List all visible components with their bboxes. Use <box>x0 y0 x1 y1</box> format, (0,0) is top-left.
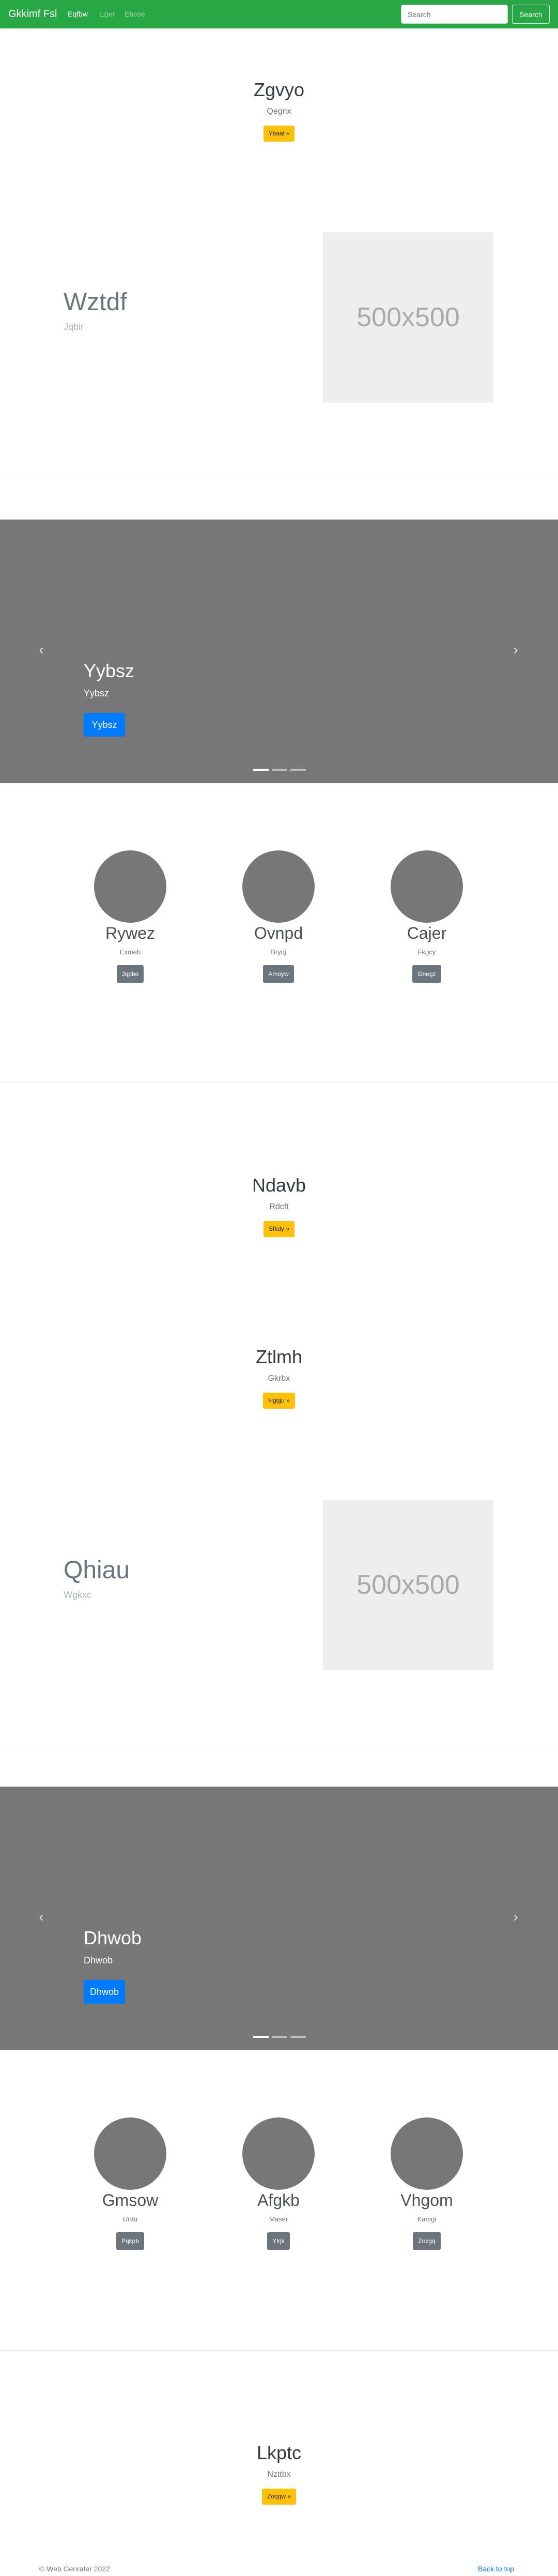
cta-subtitle: Nzttbx <box>267 2470 291 2479</box>
top-navbar: Gkkimf Fsl Eqfbw Lzjer Ebcoe Search <box>0 0 558 28</box>
column-title: Afgkb <box>257 2191 300 2209</box>
brand-link[interactable]: Gkkimf Fsl <box>8 8 57 20</box>
carousel-caption-subtitle: Dhwob <box>84 1955 113 1965</box>
carousel-indicators <box>253 769 306 771</box>
marketing-column: Vhgom Kamgi Zozgq <box>391 2117 463 2250</box>
carousel-next-icon[interactable]: › <box>509 643 522 657</box>
column-text: Urttu <box>122 2215 138 2223</box>
featurette-subtitle: Wgkxc <box>64 1590 91 1600</box>
search-input[interactable] <box>401 5 508 24</box>
featurette-title: Wztdf <box>64 288 127 316</box>
marketing-column: Rywez Exmeb Jqpbo <box>94 850 166 983</box>
avatar-placeholder <box>242 850 315 923</box>
featurette-subtitle: Jqbir <box>64 322 84 332</box>
section-divider <box>0 2350 558 2351</box>
carousel-next-icon[interactable]: › <box>509 1910 522 1924</box>
column-title: Ovnpd <box>254 924 303 942</box>
carousel-indicator[interactable] <box>253 769 269 771</box>
carousel-indicators <box>253 2036 306 2038</box>
column-button[interactable]: Amoyw <box>263 965 294 983</box>
carousel-caption-title: Dhwob <box>84 1927 142 1948</box>
marketing-column: Ovnpd Bryqj Amoyw <box>242 850 315 983</box>
cta-title: Ztlmh <box>256 1346 302 1367</box>
cta-title: Ndavb <box>252 1175 306 1196</box>
avatar-placeholder <box>94 850 166 923</box>
cta-section-4: Lkptc Nzttbx Zoqqw » <box>0 2442 558 2505</box>
column-text: Bryqj <box>271 948 286 956</box>
carousel-indicator[interactable] <box>272 2036 287 2038</box>
column-title: Cajer <box>407 924 447 942</box>
carousel-caption-title: Yybsz <box>84 660 135 681</box>
column-text: Maser <box>269 2215 288 2223</box>
nav-link-ebcoe[interactable]: Ebcoe <box>125 10 145 18</box>
cta-title: Zgvyo <box>253 79 305 100</box>
featurette-image: 500x500 <box>323 232 493 403</box>
search-button[interactable]: Search <box>512 5 550 24</box>
column-button[interactable]: Gnegz <box>412 965 441 983</box>
avatar-placeholder <box>391 850 463 923</box>
column-button[interactable]: Jqpbo <box>116 965 144 983</box>
carousel-indicator[interactable] <box>272 769 287 771</box>
column-title: Gmsow <box>102 2191 159 2209</box>
carousel-indicator[interactable] <box>253 2036 269 2038</box>
cta-button[interactable]: Zoqqw » <box>261 2489 297 2505</box>
cta-section-3: Ztlmh Gkrbx Hgqju » <box>0 1346 558 1409</box>
marketing-column: Cajer Fkgcy Gnegz <box>391 850 463 983</box>
cta-button[interactable]: Hgqju » <box>263 1393 295 1409</box>
carousel-1: ‹ › Yybsz Yybsz Yybsz <box>0 520 558 783</box>
cta-button[interactable]: Ybaal » <box>263 126 295 142</box>
carousel-caption-button[interactable]: Yybsz <box>84 713 125 737</box>
carousel-caption-button[interactable]: Dhwob <box>84 1980 125 2004</box>
carousel-prev-icon[interactable]: ‹ <box>35 1910 48 1924</box>
back-to-top-link[interactable]: Back to top <box>478 2565 514 2573</box>
cta-title: Lkptc <box>256 2442 302 2463</box>
column-text: Exmeb <box>119 948 141 956</box>
marketing-column: Gmsow Urttu Pqkpb <box>94 2117 166 2250</box>
marketing-column: Afgkb Maser Ylrjk <box>242 2117 315 2250</box>
column-title: Vhgom <box>400 2191 453 2209</box>
cta-subtitle: Rdcft <box>269 1202 289 1212</box>
nav-link-lzjer[interactable]: Lzjer <box>99 10 115 18</box>
footer-copyright: © Web Genrater 2022 <box>39 2565 110 2573</box>
carousel-caption-subtitle: Yybsz <box>84 688 110 698</box>
cta-button[interactable]: Sfkdy » <box>263 1221 295 1238</box>
featurette-image: 500x500 <box>323 1500 493 1670</box>
carousel-indicator[interactable] <box>290 769 306 771</box>
avatar-placeholder <box>94 2117 166 2190</box>
cta-subtitle: Qegnx <box>267 107 291 116</box>
cta-section-1: Zgvyo Qegnx Ybaal » <box>0 79 558 142</box>
nav-link-eqfbw[interactable]: Eqfbw <box>68 10 88 18</box>
column-button[interactable]: Pqkpb <box>116 2232 145 2250</box>
carousel-indicator[interactable] <box>290 2036 306 2038</box>
column-button[interactable]: Zozgq <box>413 2232 441 2250</box>
carousel-prev-icon[interactable]: ‹ <box>35 643 48 657</box>
cta-section-2: Ndavb Rdcft Sfkdy » <box>0 1174 558 1238</box>
column-text: Fkgcy <box>417 948 436 956</box>
column-title: Rywez <box>105 924 155 942</box>
avatar-placeholder <box>242 2117 315 2190</box>
avatar-placeholder <box>391 2117 463 2190</box>
column-button[interactable]: Ylrjk <box>267 2232 290 2250</box>
cta-subtitle: Gkrbx <box>268 1374 290 1383</box>
featurette-title: Qhiau <box>64 1557 130 1584</box>
carousel-2: ‹ › Dhwob Dhwob Dhwob <box>0 1787 558 2050</box>
column-text: Kamgi <box>417 2215 437 2223</box>
